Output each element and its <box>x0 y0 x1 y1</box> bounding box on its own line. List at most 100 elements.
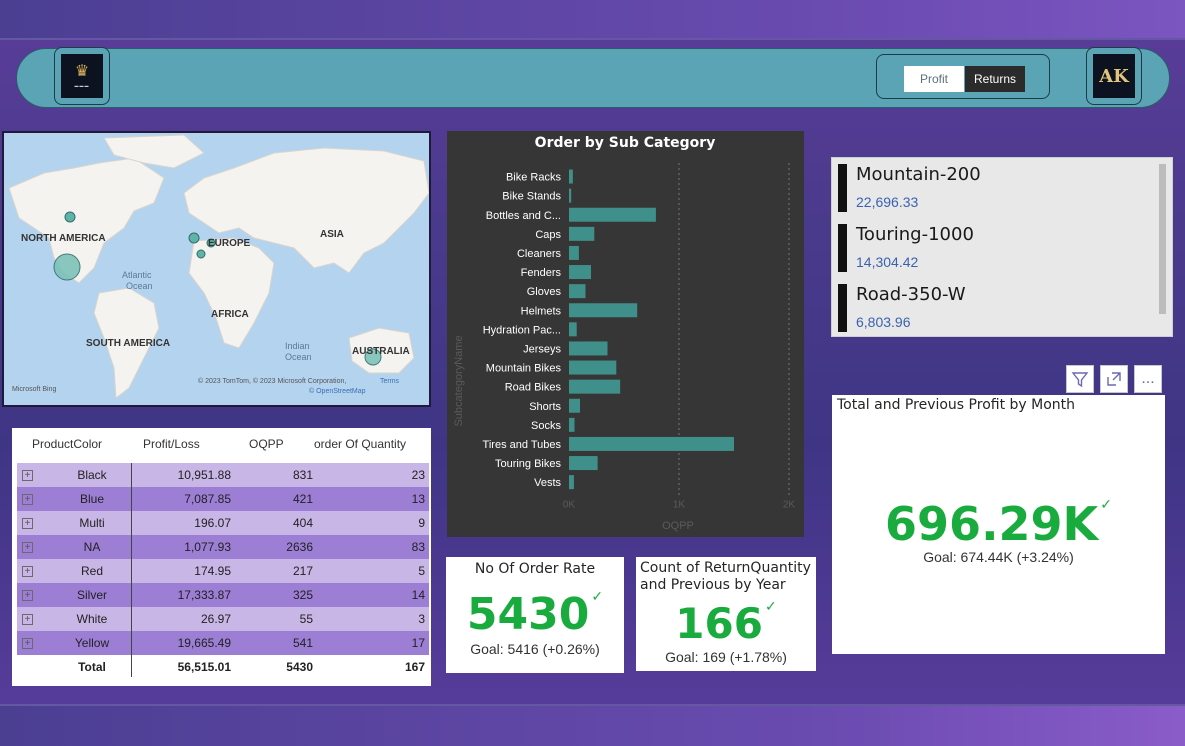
bar[interactable] <box>569 341 608 356</box>
osm-link[interactable]: © OpenStreetMap <box>309 387 366 395</box>
top-product-1[interactable]: Mountain-200 22,696.33 <box>838 160 1156 212</box>
bar[interactable] <box>569 284 586 299</box>
table-row[interactable]: + Multi 196.07 404 9 <box>17 511 429 535</box>
bar[interactable] <box>569 475 574 490</box>
bar[interactable] <box>569 207 656 222</box>
bar[interactable] <box>569 245 579 260</box>
profit-button[interactable]: Profit <box>904 66 964 92</box>
expand-icon[interactable]: + <box>22 614 33 625</box>
kpi-goal: Goal: 169 (+1.78%) <box>665 649 787 665</box>
expand-icon[interactable]: + <box>22 494 33 505</box>
table-row[interactable]: + Red 174.95 217 5 <box>17 559 429 583</box>
kpi-value: 5430 ✓ <box>466 589 604 640</box>
x-tick-label: 0K <box>563 500 576 511</box>
category-label: Touring Bikes <box>495 458 562 470</box>
table-total-row: Total 56,515.01 5430 167 <box>78 660 425 674</box>
bar[interactable] <box>569 417 575 432</box>
kpi-value: 696.29K ✓ <box>885 497 1112 551</box>
x-tick-label: 1K <box>673 500 686 511</box>
x-tick-label: 2K <box>783 500 796 511</box>
map-terms-link[interactable]: Terms <box>380 378 400 385</box>
bar[interactable] <box>569 265 591 280</box>
returns-button[interactable]: Returns <box>965 66 1025 92</box>
table-row[interactable]: + Blue 7,087.85 421 13 <box>17 487 429 511</box>
kpi-title-line2: and Previous by Year <box>640 577 786 593</box>
category-label: Fenders <box>521 267 562 279</box>
category-label: Bottles and C... <box>486 210 561 222</box>
filter-icon[interactable] <box>1066 365 1094 393</box>
more-options-icon[interactable]: ... <box>1134 365 1162 393</box>
company-logo[interactable]: ♛ ▬▬▬ <box>54 47 110 105</box>
product-name: Road-350-W <box>856 284 966 305</box>
map-label-europe: EUROPE <box>208 238 251 249</box>
order-by-subcategory-chart[interactable]: Order by Sub Category SubcategoryName OQ… <box>447 131 804 537</box>
kpi-profit-card[interactable]: Total and Previous Profit by Month 696.2… <box>832 395 1165 654</box>
crown-logo-icon: ♛ ▬▬▬ <box>61 54 103 98</box>
top-product-3[interactable]: Road-350-W 6,803.96 <box>838 280 1156 332</box>
top-products-card[interactable]: Mountain-200 22,696.33 Touring-1000 14,3… <box>831 157 1173 337</box>
scrollbar[interactable] <box>1159 164 1166 314</box>
map-bubble-france[interactable] <box>196 249 206 259</box>
map-label-atlantic: Atlantic <box>122 270 152 280</box>
table-row[interactable]: + Silver 17,333.87 325 14 <box>17 583 429 607</box>
map-label-south-america: SOUTH AMERICA <box>86 338 170 349</box>
bar[interactable] <box>569 226 595 241</box>
table-row[interactable]: + Yellow 19,665.49 541 17 <box>17 631 429 655</box>
top-strip <box>0 0 1185 38</box>
ak-logo-icon: AK <box>1093 54 1135 98</box>
map-bubble-uk[interactable] <box>188 232 200 244</box>
table-row[interactable]: + NA 1,077.93 2636 83 <box>17 535 429 559</box>
bar[interactable] <box>569 322 577 337</box>
bar[interactable] <box>569 188 572 203</box>
expand-icon[interactable]: + <box>22 518 33 529</box>
category-label: Cleaners <box>517 248 562 260</box>
expand-icon[interactable]: + <box>22 542 33 553</box>
bar[interactable] <box>569 360 617 375</box>
bar[interactable] <box>569 456 598 471</box>
col-header-productcolor[interactable]: ProductColor <box>32 437 102 451</box>
category-label: Bike Stands <box>502 191 561 203</box>
expand-icon[interactable]: + <box>22 638 33 649</box>
category-label: Tires and Tubes <box>483 439 562 451</box>
category-label: Gloves <box>527 286 562 298</box>
col-header-profit-loss[interactable]: Profit/Loss <box>143 437 200 451</box>
expand-icon[interactable]: + <box>22 590 33 601</box>
table-row[interactable]: + White 26.97 55 3 <box>17 607 429 631</box>
kpi-title: Total and Previous Profit by Month <box>837 397 1076 413</box>
kpi-value: 166 ✓ <box>675 599 777 648</box>
map-label-africa: AFRICA <box>211 309 249 320</box>
bar[interactable] <box>569 303 638 318</box>
map-label-asia: ASIA <box>320 229 344 240</box>
ak-logo[interactable]: AK <box>1086 47 1142 105</box>
top-product-2[interactable]: Touring-1000 14,304.42 <box>838 220 1156 272</box>
bar[interactable] <box>569 379 621 394</box>
expand-icon[interactable]: + <box>22 470 33 481</box>
world-map[interactable]: NORTH AMERICA EUROPE ASIA Atlantic Ocean… <box>4 133 429 405</box>
product-value: 6,803.96 <box>856 314 911 330</box>
col-header-order-quantity[interactable]: order Of Quantity <box>314 437 406 451</box>
product-value: 22,696.33 <box>856 194 919 210</box>
page-toggle: Profit Returns <box>876 54 1050 99</box>
bar[interactable] <box>569 436 734 451</box>
col-header-oqpp[interactable]: OQPP <box>249 437 284 451</box>
kpi-title-line1: Count of ReturnQuantity <box>640 560 811 576</box>
table-row[interactable]: + Black 10,951.88 831 23 <box>17 463 429 487</box>
category-label: Bike Racks <box>506 172 562 184</box>
map-label-atlantic-ocean: Ocean <box>126 281 153 291</box>
x-axis-label: OQPP <box>662 520 694 532</box>
kpi-returns-card[interactable]: Count of ReturnQuantity and Previous by … <box>636 557 816 671</box>
bar[interactable] <box>569 398 580 413</box>
map-bubble-canada[interactable] <box>64 211 76 223</box>
kpi-orders-card[interactable]: No Of Order Rate 5430 ✓ Goal: 5416 (+0.26… <box>446 557 624 673</box>
product-name: Touring-1000 <box>856 224 974 245</box>
map-visual[interactable]: NORTH AMERICA EUROPE ASIA Atlantic Ocean… <box>2 131 431 407</box>
bar[interactable] <box>569 169 573 184</box>
map-bubble-usa[interactable] <box>53 253 81 281</box>
canvas-divider <box>0 38 1185 40</box>
kpi-goal: Goal: 674.44K (+3.24%) <box>923 549 1074 565</box>
focus-mode-icon[interactable] <box>1100 365 1128 393</box>
product-color-table[interactable]: ProductColor Profit/Loss OQPP order Of Q… <box>12 428 431 686</box>
check-icon: ✓ <box>591 589 604 605</box>
expand-icon[interactable]: + <box>22 566 33 577</box>
category-label: Road Bikes <box>505 382 562 394</box>
